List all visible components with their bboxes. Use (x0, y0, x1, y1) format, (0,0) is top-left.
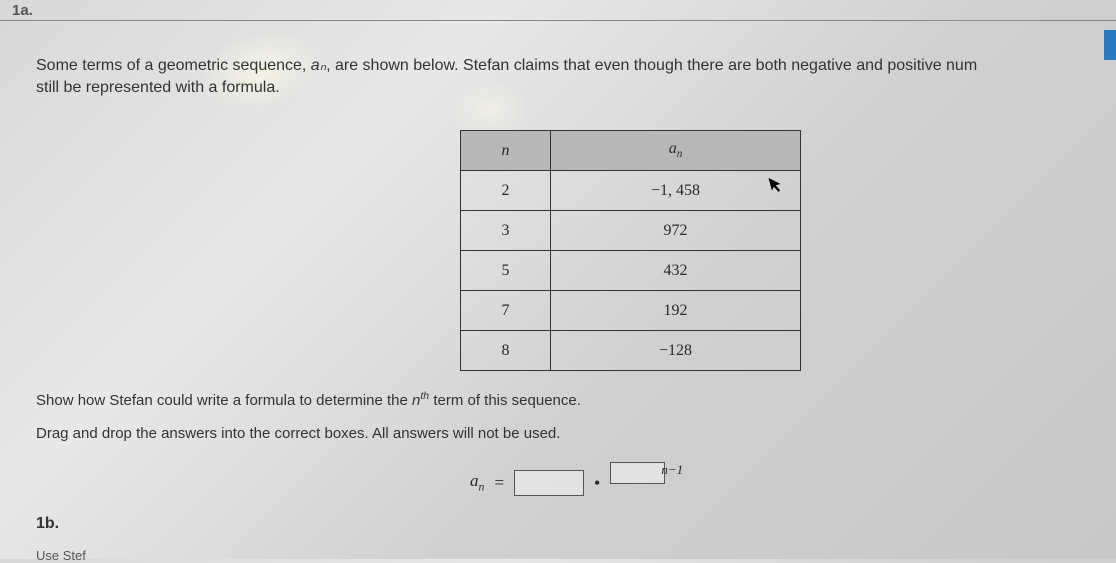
question-label-1b: 1b. (36, 515, 59, 533)
multiply-dot: • (594, 474, 600, 492)
cell-n: 7 (461, 291, 551, 331)
instruction-text: Drag and drop the answers into the corre… (36, 425, 560, 442)
prompt-text: , are shown below. Stefan claims that ev… (326, 57, 977, 74)
cell-n: 5 (461, 251, 551, 291)
prompt-text: still be represented with a formula. (36, 79, 280, 96)
drop-target-base[interactable] (610, 462, 665, 484)
cell-an: −128 (551, 331, 801, 371)
table-header-an: an (551, 131, 801, 171)
cell-n: 8 (461, 331, 551, 371)
cell-an: 432 (551, 251, 801, 291)
instruction-text: Show how Stefan could write a formula to… (36, 390, 581, 409)
divider (0, 20, 1116, 21)
question-label-1a: 1a. (12, 2, 33, 19)
formula-lhs: an (470, 471, 484, 494)
cell-n: 3 (461, 211, 551, 251)
table-row: 7 192 (461, 291, 801, 331)
cell-an: −1, 458 (551, 171, 801, 211)
table-header-n: n (461, 131, 551, 171)
cell-n: 2 (461, 171, 551, 211)
cutoff-text: Use Stef (36, 548, 86, 563)
sequence-table: n an 2 −1, 458 3 972 5 432 7 192 8 (460, 130, 801, 371)
table-row: 5 432 (461, 251, 801, 291)
table-row: 3 972 (461, 211, 801, 251)
exponent-label: n−1 (661, 462, 683, 478)
table-row: 8 −128 (461, 331, 801, 371)
formula-row: an = • n−1 (470, 470, 687, 496)
prompt-text: Some terms of a geometric sequence, (36, 57, 311, 74)
problem-prompt: Some terms of a geometric sequence, aₙ, … (36, 55, 1116, 98)
equals-sign: = (494, 473, 504, 493)
table-row: 2 −1, 458 (461, 171, 801, 211)
cell-an: 192 (551, 291, 801, 331)
drop-target-coefficient[interactable] (514, 470, 584, 496)
sequence-symbol: aₙ (311, 57, 326, 74)
cell-an: 972 (551, 211, 801, 251)
